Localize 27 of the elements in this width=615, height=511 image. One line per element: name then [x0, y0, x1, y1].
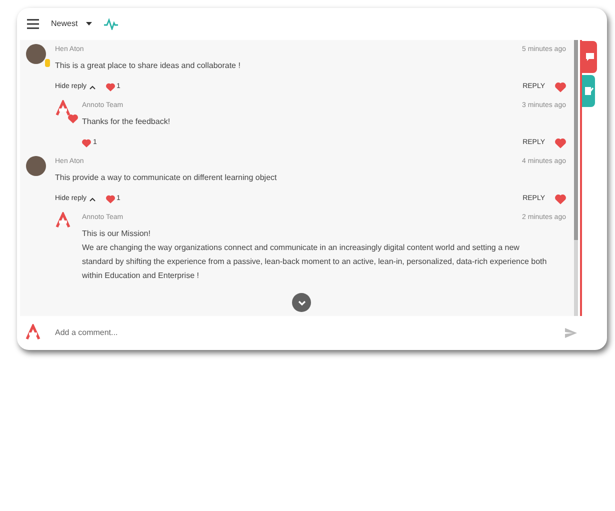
logo-icon: [55, 212, 71, 230]
scroll-down-button[interactable]: [292, 293, 311, 312]
comment-input[interactable]: Add a comment...: [53, 326, 565, 340]
avatar-circle: [26, 156, 46, 176]
comment-text: This is a great place to share ideas and collaborate !: [55, 60, 242, 72]
pulse-icon[interactable]: [104, 18, 118, 30]
chevron-down-icon: [298, 300, 306, 306]
like-button-icon[interactable]: [555, 138, 566, 148]
menu-icon[interactable]: [27, 19, 39, 29]
note-icon: [584, 86, 594, 96]
comment-text: Thanks for the feedback!: [82, 116, 172, 128]
caret-icon: [86, 22, 92, 26]
comment-text: This provide a way to communicate on different learning object: [55, 172, 278, 184]
like-button-icon[interactable]: [555, 82, 566, 92]
chevron-up-icon: [88, 84, 96, 90]
sort-dropdown[interactable]: Newest: [51, 18, 92, 30]
comments-tab[interactable]: [582, 41, 597, 73]
avatar-circle: [26, 44, 46, 64]
heart-badge-icon: [68, 114, 78, 124]
logo-icon: [55, 100, 71, 118]
chat-icon: [584, 52, 594, 62]
like-button-icon[interactable]: [555, 194, 566, 204]
notes-tab[interactable]: [582, 75, 595, 107]
send-icon[interactable]: [565, 328, 577, 338]
chevron-up-icon: [88, 196, 96, 202]
logo-icon: [25, 324, 41, 342]
comment-text: This is our Mission! We are changing the way organizations connect and communicate in an increasingly digital content world and setting a new standard by shifting the experience from a passive, lean-back moment to an active, lean-in, personalized, data-rich experience both within Education and Enterprise !: [82, 228, 548, 282]
